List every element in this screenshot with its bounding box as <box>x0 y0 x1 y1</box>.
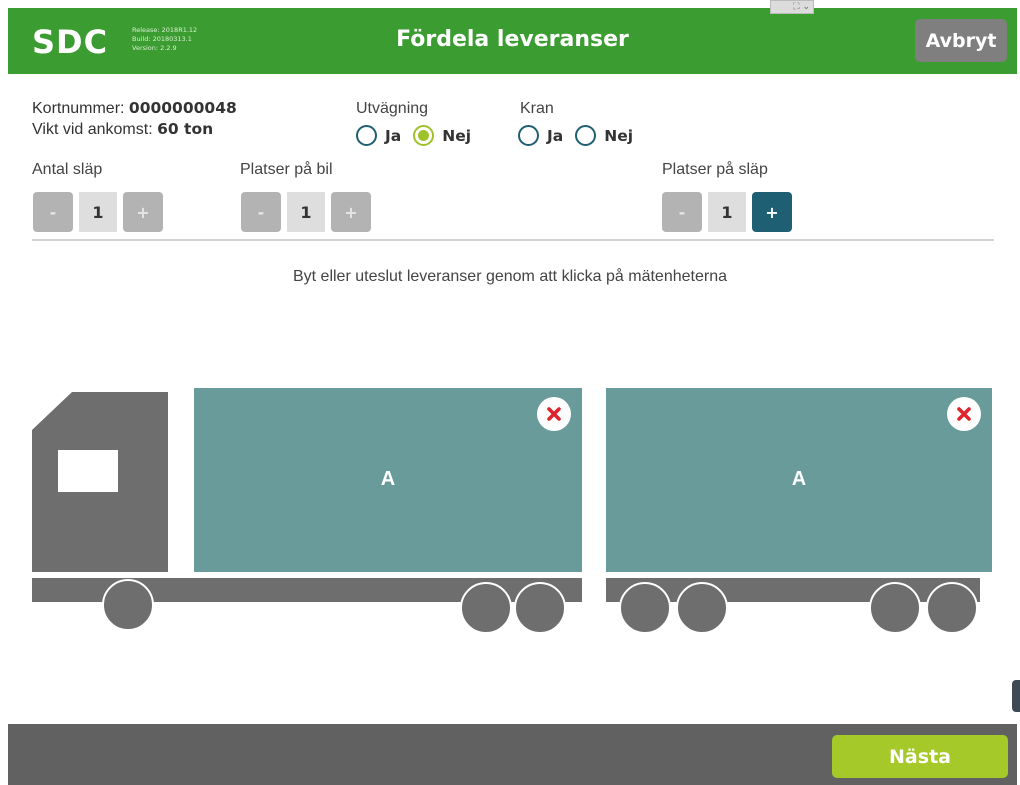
card-number-label: Kortnummer: <box>32 100 125 117</box>
antal-slap-value: 1 <box>79 192 117 232</box>
truck-rear-wheel <box>460 582 512 634</box>
kran-label: Kran <box>520 100 554 117</box>
remove-trailer-delivery-button[interactable] <box>947 397 981 431</box>
utvagning-nej-label[interactable]: Nej <box>442 127 471 145</box>
platser-slap-stepper: - 1 + <box>662 192 792 232</box>
utvagning-ja-radio[interactable] <box>356 125 377 146</box>
platser-bil-value: 1 <box>287 192 325 232</box>
truck-window <box>58 450 118 492</box>
kran-ja-label[interactable]: Ja <box>547 127 563 145</box>
trailer-wheel <box>676 582 728 634</box>
platser-bil-label: Platser på bil <box>240 161 333 178</box>
utvagning-nej-radio[interactable] <box>413 125 435 146</box>
platser-bil-minus-button[interactable]: - <box>241 192 281 232</box>
close-icon <box>957 407 971 421</box>
section-divider <box>32 239 994 241</box>
app-header: SDC Release: 2018R1.12 Build: 20180313.1… <box>8 8 1017 74</box>
antal-slap-minus-button[interactable]: - <box>33 192 73 232</box>
antal-slap-plus-button[interactable]: + <box>123 192 163 232</box>
trailer-cargo-label: A <box>791 468 807 490</box>
delivery-info: Kortnummer: 0000000048 Vikt vid ankomst:… <box>32 98 237 140</box>
antal-slap-stepper: - 1 + <box>33 192 163 232</box>
platser-bil-plus-button[interactable]: + <box>331 192 371 232</box>
radio-selected-dot <box>418 130 430 141</box>
trailer-wheel <box>869 582 921 634</box>
arrival-weight-label: Vikt vid ankomst: <box>32 121 153 138</box>
truck-rear-wheel <box>514 582 566 634</box>
next-button[interactable]: Nästa <box>832 735 1008 778</box>
instruction-text: Byt eller uteslut leveranser genom att k… <box>292 268 727 285</box>
window-control[interactable]: ⛶ ⌄ <box>770 0 814 14</box>
utvagning-label: Utvägning <box>356 100 429 117</box>
card-number-value: 0000000048 <box>128 99 237 117</box>
truck-front-wheel <box>102 579 154 631</box>
trailer-cargo-slot[interactable]: A <box>606 388 992 572</box>
arrival-weight-value: 60 ton <box>157 120 214 138</box>
close-icon <box>547 407 561 421</box>
remove-truck-delivery-button[interactable] <box>537 397 571 431</box>
platser-slap-value: 1 <box>708 192 746 232</box>
page-title: Fördela leveranser <box>396 27 629 52</box>
platser-bil-stepper: - 1 + <box>241 192 371 232</box>
trailer-wheel <box>926 582 978 634</box>
trailer-wheel <box>619 582 671 634</box>
platser-slap-minus-button[interactable]: - <box>662 192 702 232</box>
side-panel-handle[interactable] <box>1012 680 1020 712</box>
kran-radio-group: Ja Nej <box>518 125 645 146</box>
utvagning-radio-group: Ja Nej <box>356 125 483 146</box>
utvagning-ja-label[interactable]: Ja <box>385 127 401 145</box>
kran-ja-radio[interactable] <box>518 125 539 146</box>
cancel-button[interactable]: Avbryt <box>915 19 1007 62</box>
kran-nej-label[interactable]: Nej <box>604 127 633 145</box>
platser-slap-label: Platser på släp <box>662 161 768 178</box>
antal-slap-label: Antal släp <box>32 161 103 178</box>
platser-slap-plus-button[interactable]: + <box>752 192 792 232</box>
truck-cargo-label: A <box>380 468 396 490</box>
kran-nej-radio[interactable] <box>575 125 597 146</box>
truck-cargo-slot[interactable]: A <box>194 388 582 572</box>
